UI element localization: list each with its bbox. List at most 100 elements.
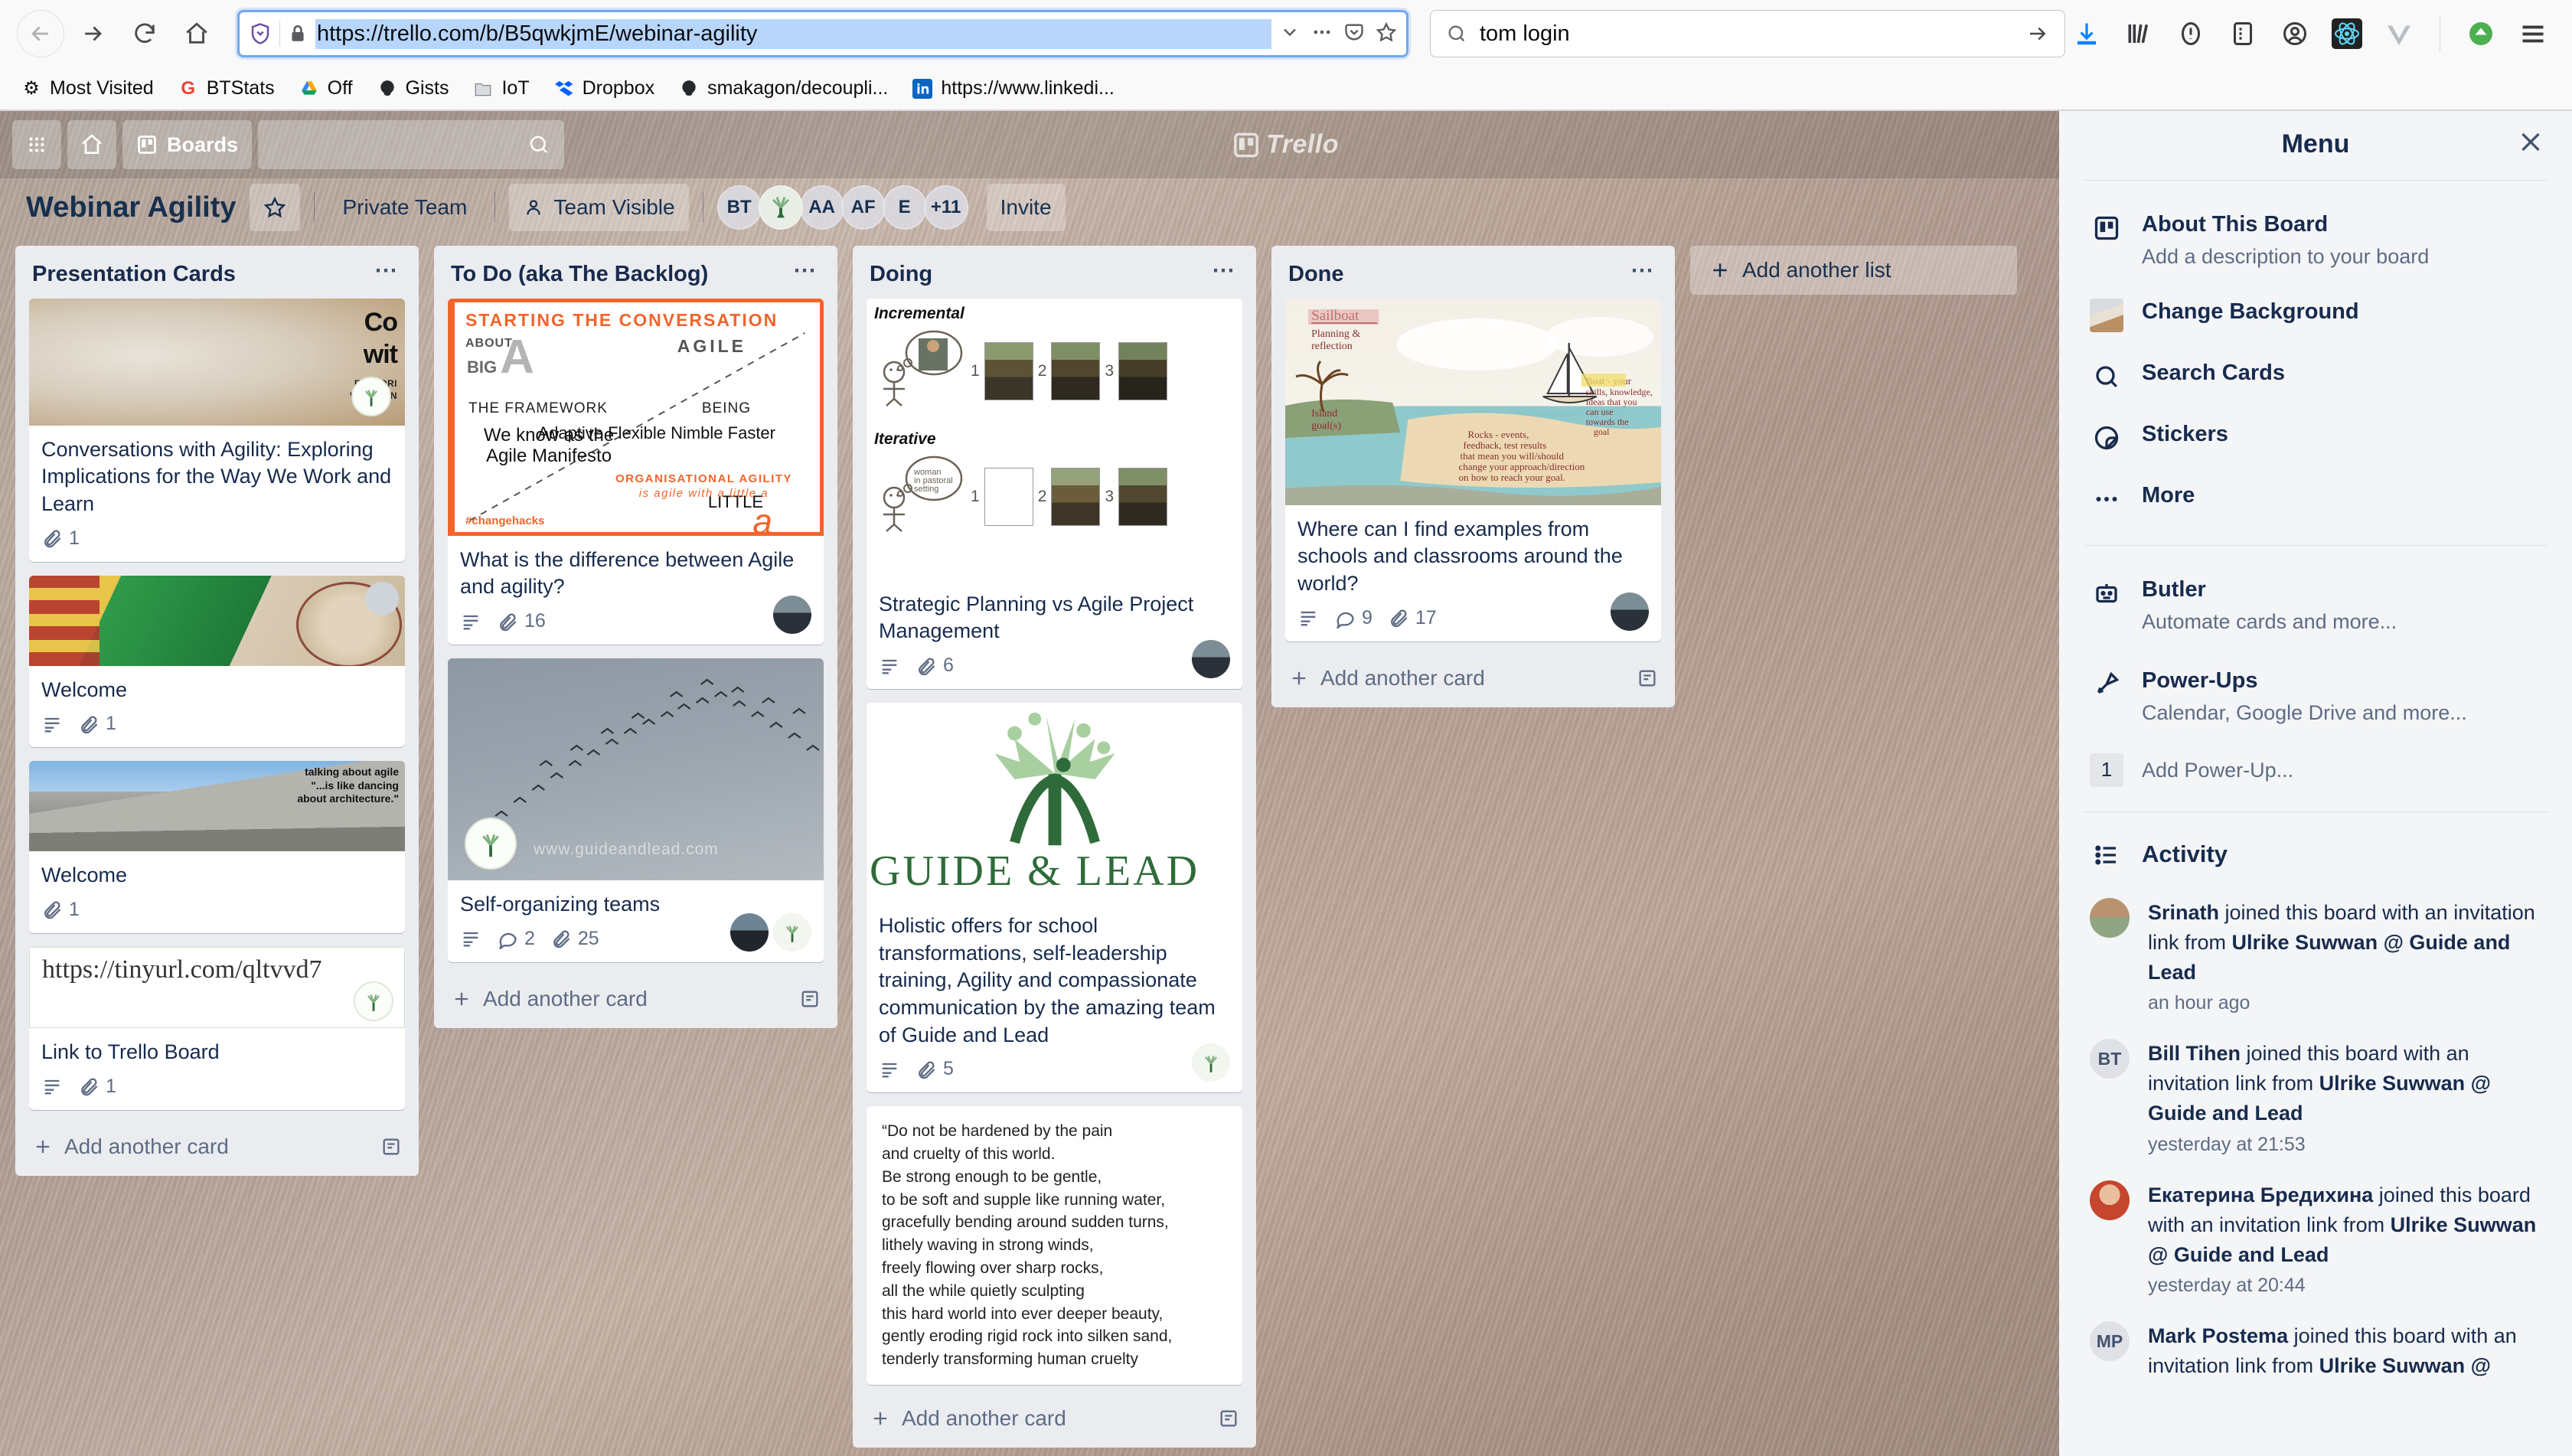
menu-item-add-power-up[interactable]: 1 Add Power-Up... bbox=[2084, 746, 2548, 795]
bookmark-linkedin[interactable]: https://www.linkedi... bbox=[911, 77, 1115, 100]
member-avatar[interactable]: AF bbox=[840, 185, 886, 230]
menu-item-butler[interactable]: Butler Automate cards and more... bbox=[2084, 567, 2548, 644]
card-what-is-the-difference[interactable]: STARTING THE CONVERSATION ABOUT AGILE BI… bbox=[448, 298, 824, 645]
card-poem[interactable]: “Do not be hardened by the pain and crue… bbox=[867, 1106, 1242, 1386]
bookmark-most-visited[interactable]: ⚙ Most Visited bbox=[20, 77, 153, 100]
chevron-down-icon[interactable] bbox=[1279, 21, 1301, 47]
library-icon[interactable] bbox=[2123, 18, 2155, 50]
avatar[interactable] bbox=[773, 596, 811, 635]
tree-icon bbox=[482, 834, 499, 857]
cover-incremental-row: 1 2 3 bbox=[874, 326, 1235, 416]
avatar[interactable]: MP bbox=[2090, 1321, 2130, 1361]
react-devtools-icon[interactable] bbox=[2331, 18, 2363, 50]
card-link-to-trello-board[interactable]: https://tinyurl.com/qltvvd7 Link to Trel… bbox=[29, 946, 405, 1110]
search-submit-icon[interactable] bbox=[2026, 22, 2049, 45]
member-overflow-count[interactable]: +11 bbox=[923, 185, 968, 230]
vue-devtools-icon[interactable] bbox=[2383, 18, 2415, 50]
card-template-icon[interactable] bbox=[1637, 668, 1658, 689]
member-avatar[interactable]: E bbox=[882, 185, 927, 230]
avatar[interactable] bbox=[1192, 640, 1230, 679]
team-name-button[interactable]: Private Team bbox=[328, 184, 481, 231]
add-another-card-button[interactable]: Add another card bbox=[1271, 655, 1675, 701]
bookmark-label: smakagon/decoupli... bbox=[707, 77, 889, 99]
avatar[interactable]: BT bbox=[2090, 1039, 2130, 1079]
list-menu-icon[interactable]: ⋯ bbox=[1206, 260, 1242, 282]
browser-search-bar[interactable]: tom login bbox=[1430, 10, 2065, 57]
url-text[interactable]: https://trello.com/b/B5qwkjmE/webinar-ag… bbox=[315, 18, 1271, 49]
bookmark-btstats[interactable]: G BTStats bbox=[177, 77, 274, 100]
mona-lisa-thumb bbox=[1118, 467, 1168, 526]
apps-grid-button[interactable] bbox=[12, 120, 61, 169]
list-menu-icon[interactable]: ⋯ bbox=[1624, 260, 1661, 282]
hamburger-menu-icon[interactable] bbox=[2517, 18, 2549, 50]
member-avatar-guide-lead[interactable] bbox=[758, 185, 803, 230]
update-available-icon[interactable] bbox=[2465, 18, 2497, 50]
bookmark-dropbox[interactable]: Dropbox bbox=[553, 77, 654, 100]
reload-button[interactable] bbox=[121, 10, 168, 57]
add-another-card-button[interactable]: Add another card bbox=[434, 976, 837, 1022]
card-where-can-i-find-examples[interactable]: Sailboat Planning & reflection Island go… bbox=[1285, 298, 1661, 641]
list-menu-icon[interactable]: ⋯ bbox=[787, 260, 824, 282]
list-title[interactable]: Done bbox=[1288, 261, 1624, 288]
back-button[interactable] bbox=[17, 10, 64, 57]
bookmark-off[interactable]: Off bbox=[298, 77, 353, 100]
menu-item-about-this-board[interactable]: About This Board Add a description to yo… bbox=[2084, 202, 2548, 279]
card-welcome-1[interactable]: Welcome 1 bbox=[29, 575, 405, 748]
card-strategic-planning[interactable]: Incremental 1 2 3 Iterative woman in pas… bbox=[867, 298, 1242, 690]
add-another-card-button[interactable]: Add another card bbox=[853, 1396, 1256, 1441]
trello-brand-icon bbox=[1234, 132, 1258, 157]
page-actions-icon[interactable] bbox=[1311, 21, 1333, 47]
card-holistic-offers[interactable]: GUIDE & LEAD Holistic offers for school … bbox=[867, 703, 1242, 1093]
home-button[interactable] bbox=[173, 10, 220, 57]
lock-icon[interactable] bbox=[288, 22, 308, 45]
visibility-button[interactable]: Team Visible bbox=[509, 184, 689, 231]
invite-button[interactable]: Invite bbox=[986, 184, 1066, 231]
url-bar[interactable]: https://trello.com/b/B5qwkjmE/webinar-ag… bbox=[237, 10, 1408, 57]
bookmark-star-icon[interactable] bbox=[1376, 21, 1397, 47]
card-template-icon[interactable] bbox=[1218, 1408, 1239, 1429]
trello-search-box[interactable] bbox=[258, 120, 565, 169]
card-self-organizing-teams[interactable]: www.guideandlead.com Self-organizing tea… bbox=[448, 658, 824, 962]
list-menu-icon[interactable]: ⋯ bbox=[368, 260, 405, 282]
list-title[interactable]: Doing bbox=[870, 261, 1206, 288]
menu-item-more[interactable]: More bbox=[2084, 473, 2548, 524]
menu-item-change-background[interactable]: Change Background bbox=[2084, 289, 2548, 340]
bookmark-iot[interactable]: IoT bbox=[472, 77, 530, 100]
member-avatar[interactable]: AA bbox=[799, 185, 844, 230]
menu-item-power-ups[interactable]: Power-Ups Calendar, Google Drive and mor… bbox=[2084, 658, 2548, 735]
reader-view-icon[interactable] bbox=[2227, 18, 2259, 50]
list-title[interactable]: To Do (aka The Backlog) bbox=[451, 261, 787, 288]
account-icon[interactable] bbox=[2279, 18, 2311, 50]
close-menu-button[interactable] bbox=[2517, 129, 2544, 160]
tracking-shield-icon[interactable] bbox=[249, 22, 272, 45]
boards-button[interactable]: Boards bbox=[122, 120, 253, 169]
card-template-icon[interactable] bbox=[799, 988, 821, 1010]
home-button[interactable] bbox=[67, 120, 116, 169]
poem-text: “Do not be hardened by the pain and crue… bbox=[882, 1122, 1173, 1369]
star-board-button[interactable] bbox=[250, 184, 301, 231]
search-input[interactable]: tom login bbox=[1480, 21, 2014, 47]
board-title[interactable]: Webinar Agility bbox=[17, 191, 245, 224]
pocket-icon[interactable] bbox=[1343, 21, 1365, 47]
avatar[interactable] bbox=[2090, 1180, 2130, 1220]
avatar[interactable] bbox=[1611, 592, 1649, 631]
downloads-icon[interactable] bbox=[2071, 18, 2103, 50]
card-conversations-with-agility[interactable]: Co wit EXPLORI WORK AN Conversations wit… bbox=[29, 298, 405, 562]
avatar-guide-lead[interactable] bbox=[773, 912, 811, 952]
card-template-icon[interactable] bbox=[380, 1136, 402, 1157]
add-another-list-button[interactable]: Add another list bbox=[1690, 246, 2017, 295]
avatar[interactable] bbox=[730, 912, 769, 952]
forward-button[interactable] bbox=[69, 10, 116, 57]
bookmark-gists[interactable]: Gists bbox=[376, 77, 449, 100]
menu-item-search-cards[interactable]: Search Cards bbox=[2084, 351, 2548, 401]
menu-item-stickers[interactable]: Stickers bbox=[2084, 412, 2548, 462]
member-avatar[interactable]: BT bbox=[716, 185, 762, 230]
card-welcome-2[interactable]: talking about agile "...is like dancing … bbox=[29, 761, 405, 933]
avatar[interactable] bbox=[2090, 897, 2130, 938]
list-title[interactable]: Presentation Cards bbox=[32, 261, 368, 288]
avatar-guide-lead[interactable] bbox=[1192, 1043, 1230, 1082]
add-another-card-button[interactable]: Add another card bbox=[15, 1124, 419, 1170]
bookmark-smakagon[interactable]: smakagon/decoupli... bbox=[677, 77, 888, 100]
cover-step-number: 3 bbox=[1105, 487, 1115, 505]
page-info-icon[interactable] bbox=[2175, 18, 2207, 50]
